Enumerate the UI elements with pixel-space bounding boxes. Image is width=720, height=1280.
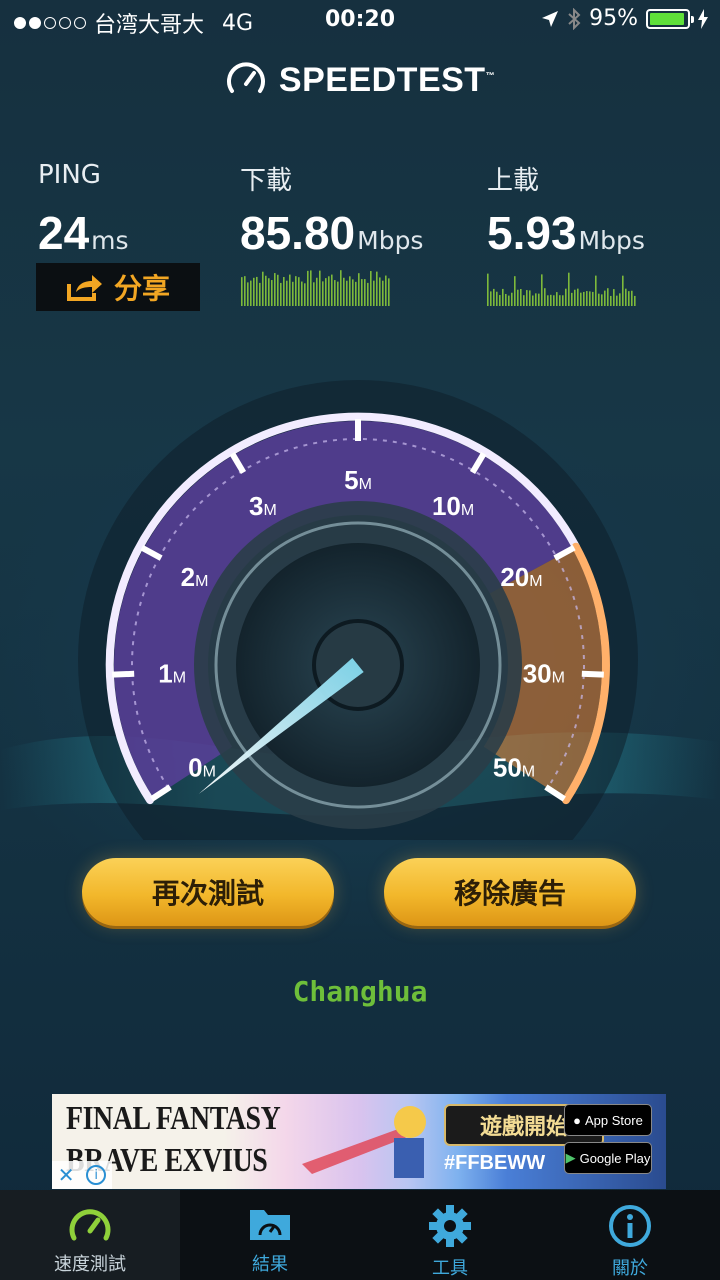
location-arrow-icon <box>542 10 559 27</box>
status-bar: 台湾大哥大 4G 00:20 95% <box>0 0 720 40</box>
charging-icon <box>698 8 708 29</box>
gear-icon <box>429 1205 471 1247</box>
remove-ads-button[interactable]: 移除廣告 <box>384 858 636 926</box>
results-folder-icon <box>250 1210 290 1240</box>
ping-metric: PING 24ms <box>38 160 129 260</box>
upload-sparkline <box>487 272 636 306</box>
tab-speedtest[interactable]: 速度測試 <box>0 1190 180 1280</box>
speedometer-icon <box>69 1209 111 1241</box>
upload-label: 上載 <box>487 166 540 196</box>
retest-button[interactable]: 再次測試 <box>82 858 334 926</box>
download-value: 85.80Mbps <box>240 207 424 259</box>
ad-character-image <box>302 1106 426 1178</box>
info-icon <box>609 1205 651 1247</box>
tab-label: 速度測試 <box>54 1254 126 1275</box>
app-title: SPEEDTEST™ <box>278 60 496 99</box>
share-label: 分享 <box>113 272 170 305</box>
ad-banner[interactable]: FINAL FANTASY BRAVE EXVIUS 遊戲開始 #FFBEWW … <box>52 1094 666 1189</box>
server-location: Changhua <box>292 975 428 1008</box>
app-store-badge[interactable]: ● App Store <box>564 1104 652 1136</box>
speedometer-icon <box>226 62 265 93</box>
bluetooth-icon <box>568 7 581 30</box>
ad-hashtag: #FFBEWW <box>444 1152 546 1174</box>
tab-label: 工具 <box>432 1258 468 1279</box>
tab-label: 關於 <box>612 1258 648 1279</box>
ad-close-controls: ✕ i <box>52 1161 112 1189</box>
share-icon <box>66 275 102 301</box>
info-icon[interactable]: i <box>86 1165 107 1185</box>
battery-percent: 95% <box>589 6 638 31</box>
app-header: SPEEDTEST™ <box>0 55 720 105</box>
gauge-tick <box>112 670 135 678</box>
status-right: 95% <box>541 6 708 31</box>
speed-gauge: 0M1M2M3M5M10M20M30M50M <box>0 380 720 840</box>
download-label: 下載 <box>240 166 293 196</box>
tab-tools[interactable]: 工具 <box>360 1190 540 1280</box>
close-icon[interactable]: ✕ <box>58 1163 75 1187</box>
ping-label: PING <box>38 160 101 190</box>
download-sparkline <box>241 270 390 306</box>
google-play-badge[interactable]: ▶ Google Play <box>564 1142 652 1174</box>
battery-icon <box>646 8 694 29</box>
apple-icon: ● <box>573 1112 582 1128</box>
download-metric: 下載 85.80Mbps <box>240 160 423 260</box>
tab-about[interactable]: 關於 <box>540 1190 720 1280</box>
upload-metric: 上載 5.93Mbps <box>487 160 645 260</box>
play-icon: ▶ <box>565 1150 576 1165</box>
tab-results[interactable]: 結果 <box>180 1190 360 1280</box>
gauge-tick <box>581 670 604 678</box>
upload-value: 5.93Mbps <box>487 207 645 259</box>
share-button[interactable]: 分享 <box>36 263 200 311</box>
tab-bar: 速度測試 結果 工具 關於 <box>0 1190 720 1280</box>
ping-value: 24ms <box>38 207 129 259</box>
tab-label: 結果 <box>252 1254 288 1275</box>
